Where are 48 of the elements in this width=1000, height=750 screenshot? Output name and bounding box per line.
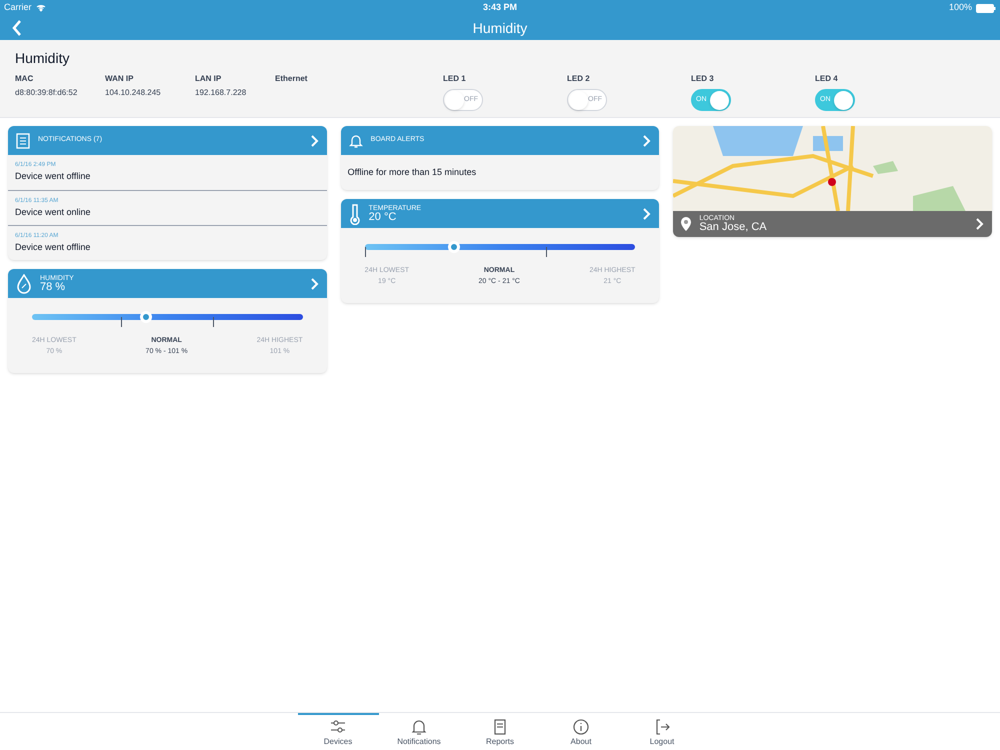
alert-text: Offline for more than 15 minutes [348,166,476,179]
time-label: 3:43 PM [483,1,517,14]
chevron-right-icon [976,218,984,230]
bell-icon [410,718,428,736]
chevron-right-icon [643,134,652,146]
field-value: 192.168.7.228 [195,87,248,99]
tick-mark [364,247,366,257]
field-label: WAN IP [105,73,134,85]
led-label: LED 3 [691,73,715,85]
tick-mark [546,247,548,257]
tick-mark [213,317,214,327]
tick-mark [121,317,122,327]
tab-item[interactable]: Logout [622,713,702,750]
bell-icon [348,132,363,148]
tab-item[interactable]: Devices [298,713,378,750]
field-value: 104.10.248.245 [105,87,162,99]
chevron-right-icon [310,134,319,146]
field-label: MAC [15,73,34,85]
location-value: San Jose, CA [699,222,768,233]
tab-item[interactable]: About [540,713,622,750]
notification-text: Device went offline [15,170,92,184]
field-label: LAN IP [195,73,222,85]
notification-text: Device went online [15,206,92,219]
document-icon [16,132,30,148]
info-icon [572,718,590,736]
carrier-label: Carrier [4,1,32,14]
window-title: Humidity [472,18,528,38]
device-name: Humidity [15,49,70,68]
gauge-value: 78 % [40,282,66,292]
back-icon [12,20,22,36]
location-pin-icon [681,217,692,231]
field-value: d8:80:39:8f:d6:52 [15,87,78,99]
gauge-value: 20 °C [368,212,398,222]
led-label: LED 2 [567,73,591,85]
chevron-right-icon [310,278,319,290]
led-label: LED 4 [815,73,839,85]
wifi-icon [36,4,46,12]
battery-label: 100% [948,1,972,14]
battery-icon [976,4,996,12]
tab-item[interactable]: Reports [460,713,540,750]
led-label: LED 1 [443,73,467,85]
drop-icon [16,274,32,294]
sliders-icon [329,718,347,736]
thermometer-icon [348,202,361,224]
chevron-right-icon [643,208,652,220]
notification-text: Device went offline [15,240,92,254]
tab-item[interactable]: Notifications [378,713,460,750]
field-label: Ethernet [275,73,308,85]
